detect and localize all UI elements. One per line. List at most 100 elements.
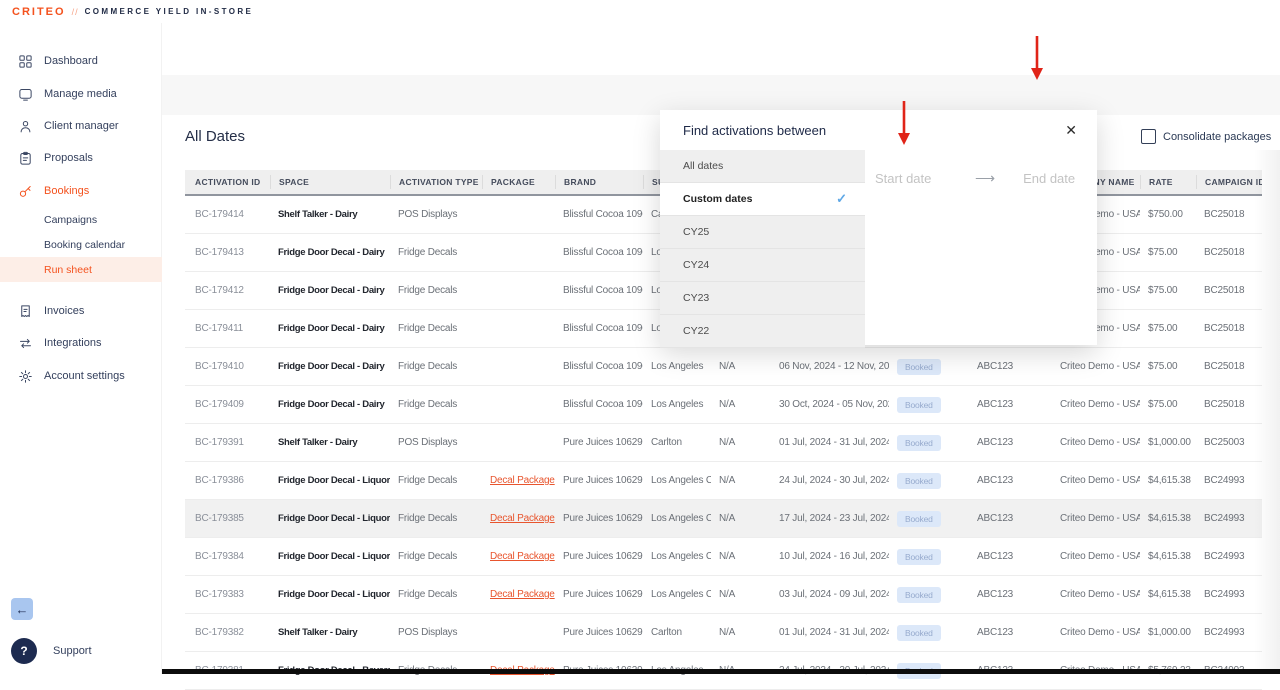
cell-campaign: BC25018 [1196, 209, 1262, 220]
cell-rate: $1,000.00 [1140, 627, 1196, 638]
cell-status: Booked [889, 511, 969, 527]
status-badge: Booked [897, 435, 941, 451]
start-date-input[interactable]: Start date [875, 171, 975, 186]
sidebar-item-client-manager[interactable]: Client manager [0, 113, 162, 139]
status-badge: Booked [897, 359, 941, 375]
cell-type: Fridge Decals [390, 551, 482, 562]
status-badge: Booked [897, 587, 941, 603]
sidebar-item-dashboard[interactable]: Dashboard [0, 48, 162, 74]
date-option-cy24[interactable]: CY24 [660, 249, 865, 282]
table-row[interactable]: BC-179384Fridge Door Decal - LiquorFridg… [185, 538, 1262, 576]
close-icon[interactable]: ✕ [1065, 122, 1077, 139]
cell-package: Decal Package [482, 513, 555, 524]
top-app-bar: CRITEO // COMMERCE YIELD IN-STORE [0, 0, 1280, 23]
sidebar-collapse-button[interactable]: ← [11, 598, 33, 620]
sidebar-item-run-sheet[interactable]: Run sheet [0, 257, 162, 282]
column-header-space: SPACE [270, 175, 390, 189]
cell-id: BC-179413 [185, 247, 270, 258]
date-range-area: Start date ⟶ End date [865, 150, 1097, 345]
checkbox-label: Consolidate packages [1163, 131, 1271, 143]
sidebar-item-bookings[interactable]: Bookings [0, 178, 162, 204]
date-option-cy25[interactable]: CY25 [660, 216, 865, 249]
sidebar-item-label: Account settings [44, 370, 125, 382]
date-option-label: CY25 [683, 226, 709, 238]
date-option-cy23[interactable]: CY23 [660, 282, 865, 315]
cell-space: Fridge Door Decal - Dairy [270, 323, 390, 334]
package-link[interactable]: Decal Package [490, 589, 555, 600]
cell-space: Fridge Door Decal - Dairy [270, 247, 390, 258]
cell-type: Fridge Decals [390, 399, 482, 410]
cell-rate: $4,615.38 [1140, 513, 1196, 524]
table-row[interactable]: BC-179385Fridge Door Decal - LiquorFridg… [185, 500, 1262, 538]
cell-rate: $4,615.38 [1140, 589, 1196, 600]
cell-store: ABC123 [969, 551, 1052, 562]
cell-dates: 01 Jul, 2024 - 31 Jul, 2024 [771, 627, 889, 638]
cell-campaign: BC24993 [1196, 627, 1262, 638]
dashboard-grid-icon [17, 53, 33, 69]
consolidate-packages-checkbox[interactable]: Consolidate packages [1141, 129, 1271, 144]
sidebar-item-integrations[interactable]: Integrations [0, 330, 162, 356]
cell-state: N/A [711, 437, 771, 448]
cell-suburb: Los Angeles CA [643, 551, 711, 562]
key-icon [17, 183, 33, 199]
package-link[interactable]: Decal Package [490, 475, 555, 486]
sidebar-item-manage-media[interactable]: Manage media [0, 81, 162, 107]
table-row[interactable]: BC-179409Fridge Door Decal - DairyFridge… [185, 386, 1262, 424]
cell-space: Fridge Door Decal - Liquor [270, 551, 390, 562]
sidebar-item-invoices[interactable]: Invoices [0, 298, 162, 324]
cell-brand: Blissful Cocoa 10964 [555, 247, 643, 258]
package-link[interactable]: Decal Package [490, 513, 555, 524]
date-option-cy22[interactable]: CY22 [660, 315, 865, 348]
cell-state: N/A [711, 627, 771, 638]
cell-space: Fridge Door Decal - Dairy [270, 285, 390, 296]
cell-store: ABC123 [969, 589, 1052, 600]
cell-company: Criteo Demo - USA [1052, 513, 1140, 524]
cell-id: BC-179414 [185, 209, 270, 220]
cell-company: Criteo Demo - USA [1052, 589, 1140, 600]
cell-status: Booked [889, 359, 969, 375]
date-option-custom-dates[interactable]: Custom dates ✓ [660, 183, 865, 216]
cell-rate: $4,615.38 [1140, 551, 1196, 562]
table-row[interactable]: BC-179382Shelf Talker - DairyPOS Display… [185, 614, 1262, 652]
end-date-input[interactable]: End date [1023, 171, 1075, 186]
sidebar-item-account-settings[interactable]: Account settings [0, 363, 162, 389]
cell-id: BC-179412 [185, 285, 270, 296]
package-link[interactable]: Decal Package [490, 551, 555, 562]
cell-space: Fridge Door Decal - Dairy [270, 361, 390, 372]
screen-icon [17, 86, 33, 102]
logo-separator: // [72, 7, 79, 17]
cell-type: Fridge Decals [390, 361, 482, 372]
cell-type: Fridge Decals [390, 589, 482, 600]
support-button[interactable]: ? Support [11, 638, 92, 664]
date-option-label: Custom dates [683, 193, 752, 205]
cell-type: Fridge Decals [390, 323, 482, 334]
sidebar-child-label: Campaigns [44, 214, 97, 226]
sidebar-item-campaigns[interactable]: Campaigns [0, 207, 162, 232]
cell-dates: 06 Nov, 2024 - 12 Nov, 2024 [771, 361, 889, 372]
cell-campaign: BC25018 [1196, 247, 1262, 258]
check-icon: ✓ [836, 191, 847, 207]
cell-space: Shelf Talker - Dairy [270, 437, 390, 448]
cell-space: Fridge Door Decal - Dairy [270, 399, 390, 410]
toolbar-strip [162, 75, 1280, 115]
sidebar-item-proposals[interactable]: Proposals [0, 145, 162, 171]
cell-type: POS Displays [390, 627, 482, 638]
table-row[interactable]: BC-179391Shelf Talker - DairyPOS Display… [185, 424, 1262, 462]
cell-suburb: Los Angeles CA [643, 475, 711, 486]
sidebar-child-label: Booking calendar [44, 239, 125, 251]
cell-type: POS Displays [390, 437, 482, 448]
cell-status: Booked [889, 549, 969, 565]
cell-suburb: Los Angeles [643, 361, 711, 372]
table-row[interactable]: BC-179410Fridge Door Decal - DairyFridge… [185, 348, 1262, 386]
date-option-all-dates[interactable]: All dates [660, 150, 865, 183]
cell-rate: $75.00 [1140, 361, 1196, 372]
table-row[interactable]: BC-179383Fridge Door Decal - LiquorFridg… [185, 576, 1262, 614]
cell-id: BC-179383 [185, 589, 270, 600]
cell-state: N/A [711, 513, 771, 524]
cell-campaign: BC25003 [1196, 437, 1262, 448]
question-mark-icon: ? [11, 638, 37, 664]
panel-title: Find activations between [683, 123, 826, 138]
sidebar-item-booking-calendar[interactable]: Booking calendar [0, 232, 162, 257]
sidebar-item-label: Manage media [44, 88, 117, 100]
table-row[interactable]: BC-179386Fridge Door Decal - LiquorFridg… [185, 462, 1262, 500]
